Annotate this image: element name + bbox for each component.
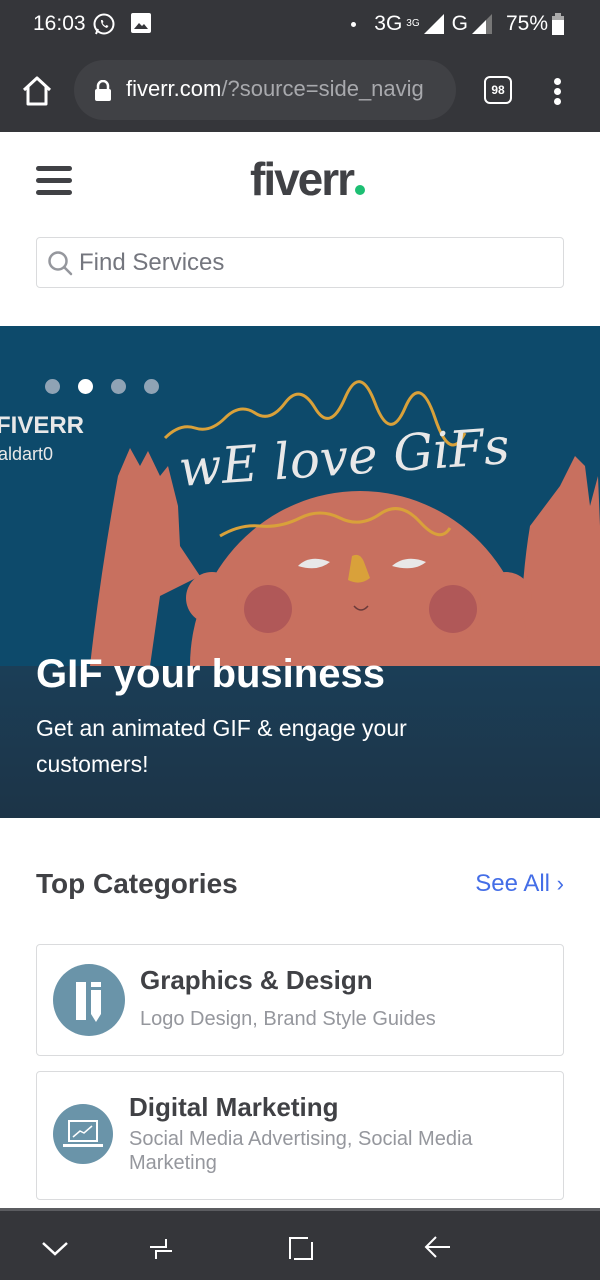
pencil-ruler-icon [53, 964, 125, 1036]
category-title: Digital Marketing [129, 1092, 339, 1122]
carousel-dots [45, 379, 159, 394]
chevron-right-icon: › [556, 871, 564, 896]
see-all-link[interactable]: See All › [475, 870, 564, 898]
url-text[interactable]: fiverr.com/?source=side_navig [126, 76, 424, 102]
network-type-1-sup: 3G [406, 17, 420, 29]
network-type-1: 3G [374, 12, 403, 35]
fiverr-logo[interactable]: fiverr [250, 152, 366, 206]
url-path: /?source=side_navig [221, 76, 424, 101]
logo-dot [355, 185, 366, 195]
overflow-menu-icon[interactable] [552, 78, 562, 106]
category-card-graphics-design[interactable]: Graphics & Design Logo Design, Brand Sty… [36, 944, 564, 1056]
banner-credit-brand: FIVERR [0, 412, 85, 439]
see-all-label: See All [475, 870, 550, 897]
status-bar: 16:03 3G 3G G 75% [0, 0, 600, 50]
top-categories-heading: Top Categories [36, 868, 238, 899]
back-icon[interactable] [422, 1233, 452, 1263]
network-type-2: G [451, 12, 468, 35]
hero-banner[interactable]: wE love GiFs FIVERR aldart0 GIF your bus… [0, 326, 600, 818]
tab-switcher-button[interactable]: 98 [484, 76, 512, 104]
search-box[interactable] [36, 237, 564, 288]
banner-title: GIF your business [36, 652, 385, 696]
carousel-dot-active[interactable] [78, 379, 93, 394]
dot-icon [351, 21, 357, 27]
browser-toolbar: fiverr.com/?source=side_navig 98 [0, 50, 600, 132]
hamburger-menu-icon[interactable] [36, 166, 72, 198]
gallery-icon [131, 13, 151, 33]
system-nav-bar [0, 1208, 600, 1280]
logo-text: fiverr [250, 153, 355, 205]
recents-icon[interactable] [146, 1233, 176, 1263]
status-indicators: 3G 3G G 75% [351, 12, 564, 36]
battery-icon [552, 13, 564, 35]
home-icon[interactable] [20, 74, 54, 108]
banner-art-text: wE love GiFs [177, 417, 512, 498]
site-header: fiverr [0, 132, 600, 326]
carousel-dot[interactable] [111, 379, 126, 394]
home-square-icon[interactable] [286, 1233, 316, 1263]
collapse-icon[interactable] [40, 1233, 70, 1263]
search-input[interactable] [79, 246, 549, 280]
url-host: fiverr.com [126, 76, 222, 101]
category-title: Graphics & Design [140, 965, 373, 995]
category-subtitle: Social Media Advertising, Social Media M… [129, 1128, 473, 1174]
address-bar[interactable]: fiverr.com/?source=side_navig [74, 60, 456, 120]
banner-subtitle: Get an animated GIF & engage your custom… [36, 715, 407, 777]
signal-icon [471, 14, 492, 34]
category-subtitle: Logo Design, Brand Style Guides [140, 1008, 436, 1030]
lock-icon [95, 80, 111, 101]
battery-percent: 75% [505, 12, 548, 35]
carousel-dot[interactable] [45, 379, 60, 394]
banner-credit-author: aldart0 [0, 444, 54, 464]
whatsapp-icon [93, 13, 115, 35]
laptop-chart-icon [53, 1104, 113, 1164]
carousel-dot[interactable] [144, 379, 159, 394]
category-card-digital-marketing[interactable]: Digital Marketing Social Media Advertisi… [36, 1071, 564, 1200]
search-icon [48, 251, 73, 276]
signal-icon [423, 14, 444, 34]
status-time: 16:03 [33, 12, 86, 35]
